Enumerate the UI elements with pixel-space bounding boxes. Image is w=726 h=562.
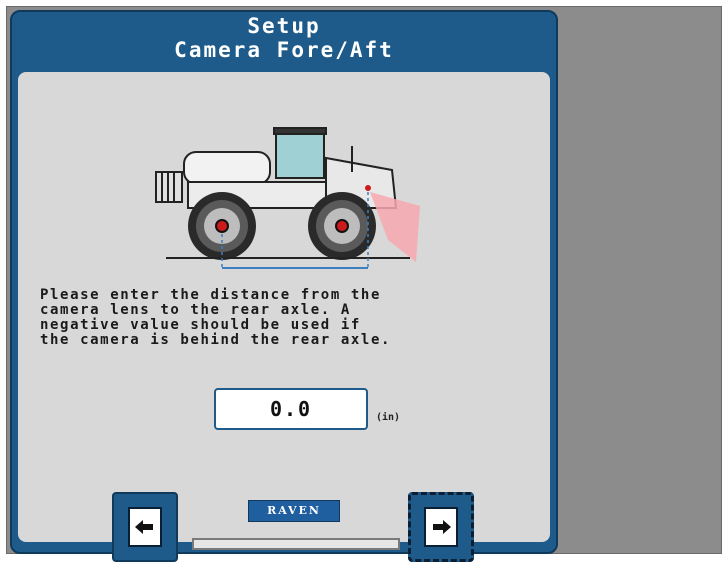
panel-header: Setup Camera Fore/Aft: [12, 14, 556, 76]
camera-view-cone: [370, 192, 420, 262]
back-button-face: [128, 507, 162, 547]
raven-logo: RAVEN: [248, 500, 340, 522]
front-wheel: [188, 192, 256, 260]
instruction-text: Please enter the distance from the camer…: [40, 287, 392, 348]
sprayer-vehicle-diagram: [155, 127, 420, 269]
setup-panel: Setup Camera Fore/Aft Please enter the d…: [10, 10, 558, 562]
back-arrow-icon: [135, 520, 153, 534]
rear-wheel: [308, 192, 376, 260]
next-button[interactable]: [408, 492, 474, 562]
next-arrow-icon: [433, 520, 451, 534]
unit-label: (in): [376, 412, 401, 423]
sprayer-body: [155, 127, 398, 209]
back-button[interactable]: [112, 492, 178, 562]
distance-value: 0.0: [269, 397, 313, 421]
camera-marker: [365, 185, 371, 191]
content-area: Please enter the distance from the camer…: [18, 72, 550, 562]
page-title: Setup: [247, 14, 321, 38]
next-button-face: [424, 507, 458, 547]
page-subtitle: Camera Fore/Aft: [174, 38, 394, 62]
distance-input[interactable]: 0.0: [214, 388, 368, 430]
progress-bar: [192, 538, 400, 550]
